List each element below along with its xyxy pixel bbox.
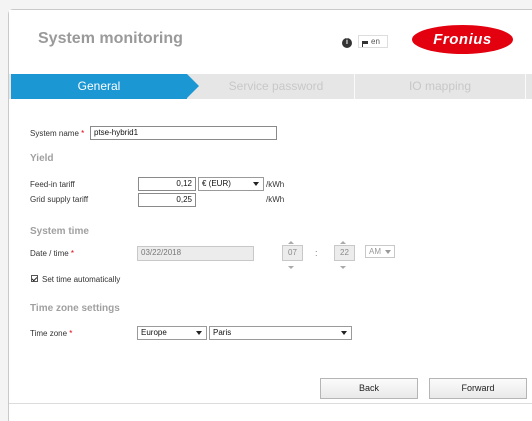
- wizard-tabs: General Service password IO mapping: [9, 74, 532, 99]
- app-window: System monitoring i en Fronius General S…: [8, 9, 532, 421]
- chevron-down-icon: [253, 182, 259, 186]
- system-name-label: System name *: [30, 129, 85, 138]
- timezone-city-value: Paris: [213, 328, 232, 337]
- footer-divider: [9, 403, 532, 404]
- grid-supply-tariff-input[interactable]: 0,25: [138, 193, 196, 207]
- ampm-value: AM: [369, 247, 381, 256]
- back-button[interactable]: Back: [320, 378, 418, 399]
- minute-up-icon[interactable]: [340, 241, 346, 244]
- hour-up-icon[interactable]: [288, 241, 294, 244]
- set-time-auto-checkbox[interactable]: [31, 275, 38, 282]
- fronius-logo: Fronius: [412, 25, 513, 54]
- page-title: System monitoring: [38, 30, 183, 47]
- grid-supply-tariff-label: Grid supply tariff: [30, 195, 89, 204]
- feed-in-unit: /kWh: [266, 180, 285, 189]
- date-time-label: Date / time *: [30, 249, 75, 258]
- hour-down-icon[interactable]: [288, 266, 294, 269]
- timezone-region-value: Europe: [141, 328, 167, 337]
- forward-button[interactable]: Forward: [429, 378, 527, 399]
- date-input[interactable]: 03/22/2018: [137, 246, 254, 261]
- chevron-down-icon: [341, 331, 347, 335]
- feed-in-tariff-label: Feed-in tariff: [30, 180, 75, 189]
- timezone-city-select[interactable]: Paris: [209, 326, 352, 340]
- language-label: en: [371, 37, 380, 46]
- tab-divider: [525, 74, 526, 99]
- tab-io-mapping[interactable]: IO mapping: [355, 74, 525, 99]
- minute-down-icon[interactable]: [340, 266, 346, 269]
- flag-icon: [362, 41, 368, 47]
- set-time-auto-label: Set time automatically: [42, 275, 121, 284]
- grid-supply-unit: /kWh: [266, 195, 285, 204]
- feed-in-tariff-input[interactable]: 0,12: [138, 177, 196, 191]
- chevron-down-icon: [385, 250, 391, 254]
- timezone-label: Time zone *: [30, 329, 73, 338]
- minute-input[interactable]: 22: [334, 245, 355, 261]
- currency-value: € (EUR): [202, 179, 231, 188]
- yield-heading: Yield: [30, 153, 54, 164]
- chevron-down-icon: [196, 331, 202, 335]
- hour-input[interactable]: 07: [282, 245, 303, 261]
- header: System monitoring i en Fronius: [9, 10, 532, 68]
- system-name-input[interactable]: ptse-hybrid1: [90, 126, 277, 140]
- timezone-region-select[interactable]: Europe: [137, 326, 207, 340]
- system-time-heading: System time: [30, 226, 89, 237]
- timezone-heading: Time zone settings: [30, 303, 120, 314]
- ampm-select[interactable]: AM: [365, 245, 395, 258]
- info-icon[interactable]: i: [342, 38, 352, 48]
- time-separator: :: [315, 248, 318, 258]
- tab-general[interactable]: General: [11, 74, 187, 99]
- currency-select[interactable]: € (EUR): [198, 177, 264, 191]
- tab-service-password[interactable]: Service password: [199, 74, 353, 99]
- tab-arrow: [187, 74, 199, 98]
